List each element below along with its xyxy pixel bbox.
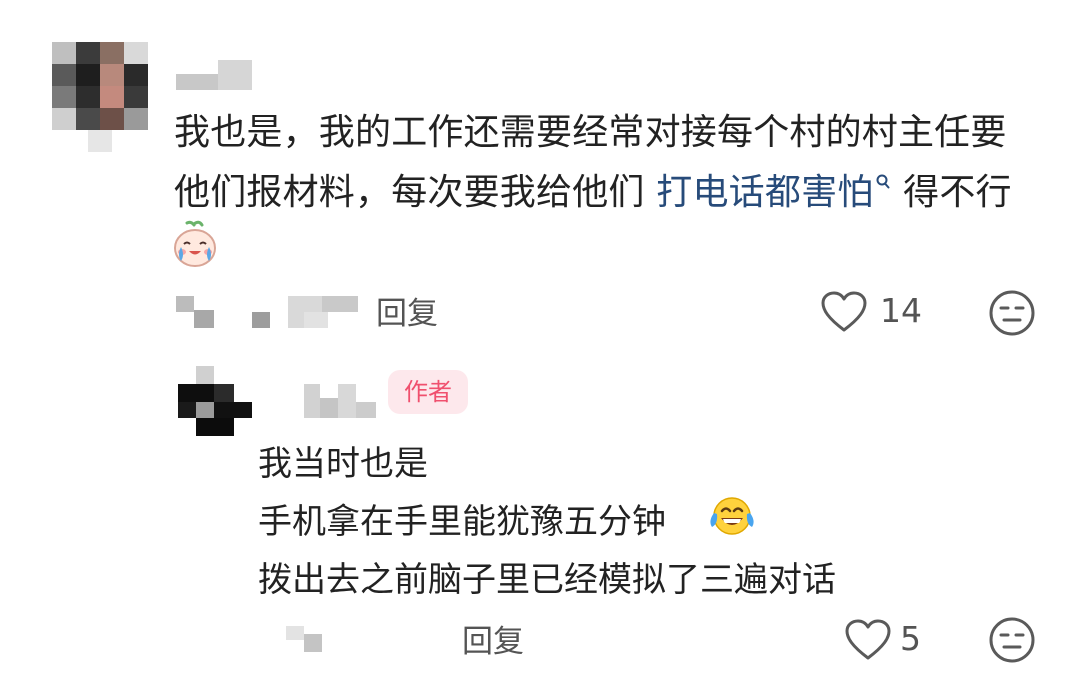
reply-line-1: 我当时也是: [258, 444, 428, 484]
laughing-tears-emoji-icon: [710, 497, 754, 535]
reply-meta-info: [286, 626, 322, 652]
comment-meta-info: [176, 296, 360, 330]
heart-outline-icon[interactable]: [844, 618, 892, 662]
comment-like-count: 14: [880, 291, 922, 330]
author-username[interactable]: [304, 384, 376, 418]
commenter-username[interactable]: [176, 60, 252, 90]
reply-line-3: 拨出去之前脑子里已经模拟了三遍对话: [258, 560, 836, 600]
reply-like-count: 5: [900, 619, 921, 658]
crying-emoji-icon: [174, 220, 216, 267]
author-badge: 作者: [388, 370, 468, 414]
comment-text-before-link: 他们报材料，每次要我给他们: [174, 172, 645, 213]
reply-line-2-text: 手机拿在手里能犹豫五分钟: [258, 502, 666, 542]
neutral-face-icon[interactable]: [988, 289, 1036, 337]
search-keyword-link[interactable]: 打电话都害怕: [656, 172, 873, 213]
comment-text-after-link: 得不行: [903, 172, 1012, 213]
reply-line-2: 手机拿在手里能犹豫五分钟: [258, 494, 666, 543]
comment-line-2: 他们报材料，每次要我给他们 打电话都害怕 得不行: [174, 163, 1054, 223]
neutral-face-icon[interactable]: [988, 616, 1036, 664]
reply-reply-button[interactable]: 回复: [462, 616, 524, 661]
comment-line-1: 我也是，我的工作还需要经常对接每个村的村主任要: [174, 112, 1007, 153]
commenter-avatar[interactable]: [52, 42, 148, 152]
author-avatar[interactable]: [178, 366, 252, 436]
search-icon[interactable]: [875, 173, 891, 191]
comment-reply-button[interactable]: 回复: [376, 288, 438, 333]
comment-body: 我也是，我的工作还需要经常对接每个村的村主任要 他们报材料，每次要我给他们 打电…: [174, 103, 1054, 223]
heart-outline-icon[interactable]: [820, 290, 868, 334]
